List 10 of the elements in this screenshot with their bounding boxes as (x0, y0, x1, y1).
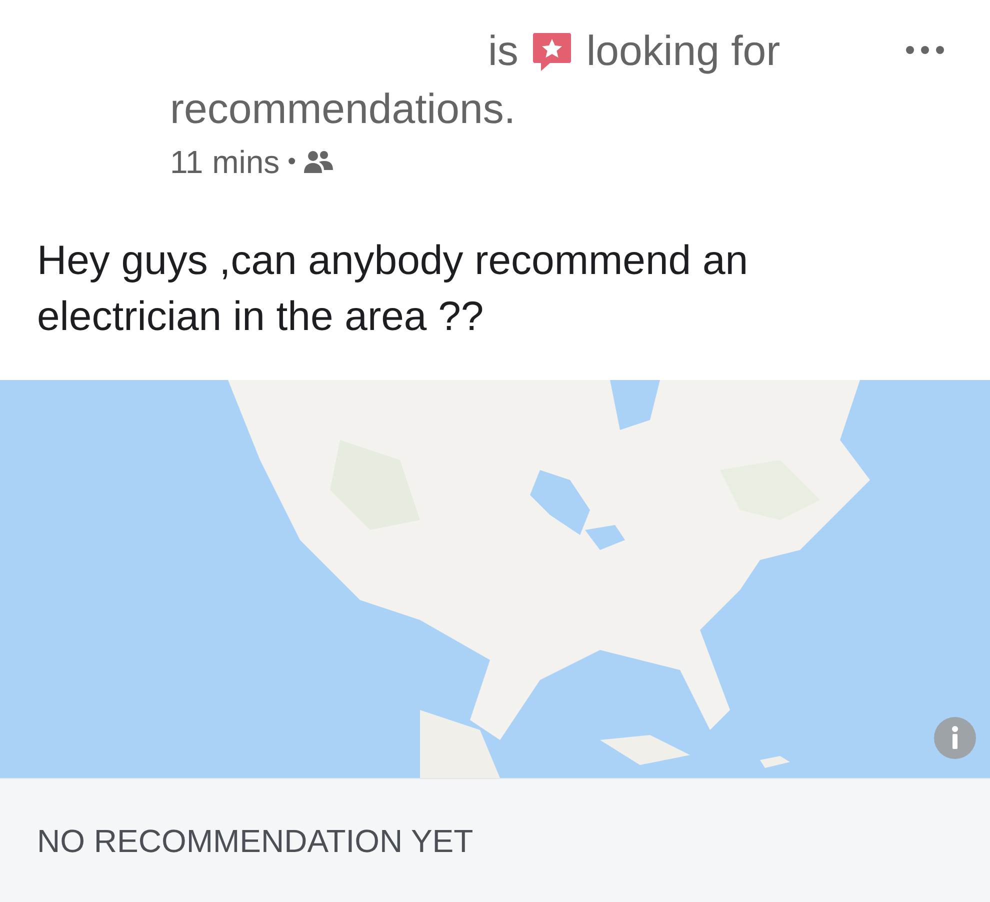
status-text: NO RECOMMENDATION YET (37, 822, 474, 860)
post-text: Hey guys ,can anybody recommend an electrician in the area ?? (36, 236, 750, 341)
more-options-icon[interactable] (905, 45, 945, 55)
star-speech-bubble-icon (532, 31, 572, 71)
timestamp[interactable]: 11 mins (170, 146, 280, 178)
header-text: recommendations. (170, 84, 516, 134)
separator-dot: • (288, 150, 296, 174)
group-audience-icon (304, 150, 334, 174)
header-text: is (488, 30, 518, 72)
header-text: looking for (586, 30, 780, 72)
